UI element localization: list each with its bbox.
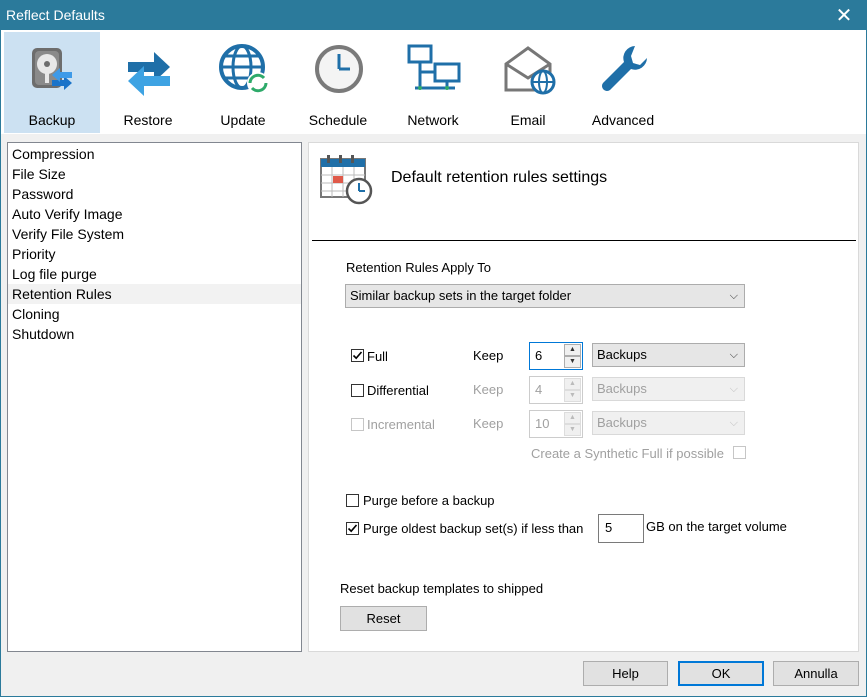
synthetic-full-label: Create a Synthetic Full if possible	[531, 446, 724, 461]
sidebar-item-priority[interactable]: Priority	[8, 244, 301, 264]
advanced-wrench-icon	[602, 46, 647, 92]
purge-oldest-checkbox[interactable]	[346, 522, 359, 535]
tab-schedule[interactable]: Schedule	[290, 32, 386, 133]
network-computers-icon	[407, 44, 461, 90]
help-button[interactable]: Help	[583, 661, 668, 686]
tab-label: Network	[407, 112, 459, 128]
apply-to-value: Similar backup sets in the target folder	[350, 288, 572, 303]
checkmark-icon	[352, 351, 363, 360]
ok-button[interactable]: OK	[678, 661, 764, 686]
incremental-unit-dropdown[interactable]: Backups ⌵	[592, 411, 745, 435]
tab-label: Email	[510, 112, 546, 128]
purge-threshold-suffix: GB on the target volume	[646, 519, 787, 534]
sidebar-item-retention-rules[interactable]: Retention Rules	[8, 284, 301, 304]
purge-oldest-label: Purge oldest backup set(s) if less than	[363, 521, 584, 536]
settings-category-list: Compression File Size Password Auto Veri…	[7, 142, 302, 652]
sidebar-item-compression[interactable]: Compression	[8, 144, 301, 164]
full-unit-value: Backups	[597, 347, 647, 362]
email-envelope-icon	[504, 46, 556, 95]
sidebar-item-log-file-purge[interactable]: Log file purge	[8, 264, 301, 284]
sidebar-item-cloning[interactable]: Cloning	[8, 304, 301, 324]
full-keep-label: Keep	[473, 348, 504, 363]
restore-arrows-icon	[128, 52, 170, 96]
full-unit-dropdown[interactable]: Backups ⌵	[592, 343, 745, 367]
incremental-count-stepper[interactable]: 10 ▲ ▼	[529, 410, 583, 438]
tab-update[interactable]: Update	[195, 32, 291, 133]
chevron-down-icon: ⌵	[729, 349, 738, 361]
incremental-keep-label: Keep	[473, 416, 504, 431]
apply-to-dropdown[interactable]: Similar backup sets in the target folder…	[345, 284, 745, 308]
spin-up-icon[interactable]: ▲	[564, 412, 581, 424]
spin-down-icon[interactable]: ▼	[564, 356, 581, 368]
full-checkbox[interactable]	[351, 349, 364, 362]
synthetic-full-checkbox[interactable]	[733, 446, 746, 459]
reset-button[interactable]: Reset	[340, 606, 427, 631]
spin-down-icon[interactable]: ▼	[564, 390, 581, 402]
sidebar-item-file-size[interactable]: File Size	[8, 164, 301, 184]
tab-label: Advanced	[591, 112, 655, 128]
tab-restore[interactable]: Restore	[100, 32, 196, 133]
differential-count-stepper[interactable]: 4 ▲ ▼	[529, 376, 583, 404]
spin-up-icon[interactable]: ▲	[564, 378, 581, 390]
tab-label: Update	[220, 112, 266, 128]
header-divider	[312, 240, 856, 241]
retention-settings-panel: Default retention rules settings Retenti…	[308, 142, 859, 652]
purge-before-checkbox[interactable]	[346, 494, 359, 507]
tab-backup[interactable]: Backup	[4, 32, 100, 133]
differential-label: Differential	[367, 383, 429, 398]
purge-before-label: Purge before a backup	[363, 493, 495, 508]
tab-label: Restore	[123, 112, 173, 128]
chevron-down-icon: ⌵	[729, 383, 738, 395]
toolbar: Backup Restore Update Schedule Network E…	[1, 30, 866, 134]
tab-network[interactable]: Network	[385, 32, 481, 133]
apply-to-label: Retention Rules Apply To	[346, 260, 492, 275]
tab-advanced[interactable]: Advanced	[575, 32, 671, 133]
tab-label: Schedule	[308, 112, 368, 128]
full-count-value: 6	[535, 348, 543, 363]
close-icon[interactable]: ✕	[821, 0, 867, 30]
chevron-down-icon: ⌵	[729, 417, 738, 429]
differential-keep-label: Keep	[473, 382, 504, 397]
spin-up-icon[interactable]: ▲	[564, 344, 581, 356]
differential-unit-value: Backups	[597, 381, 647, 396]
differential-unit-dropdown[interactable]: Backups ⌵	[592, 377, 745, 401]
spin-down-icon[interactable]: ▼	[564, 424, 581, 436]
tab-label: Backup	[28, 112, 76, 128]
differential-count-value: 4	[535, 382, 543, 397]
incremental-checkbox[interactable]	[351, 418, 364, 431]
schedule-clock-icon	[315, 45, 363, 93]
cancel-button[interactable]: Annulla	[773, 661, 859, 686]
tab-email[interactable]: Email	[480, 32, 576, 133]
incremental-count-value: 10	[535, 416, 550, 431]
calendar-clock-icon	[320, 155, 373, 205]
full-count-stepper[interactable]: 6 ▲ ▼	[529, 342, 583, 370]
differential-checkbox[interactable]	[351, 384, 364, 397]
full-label: Full	[367, 349, 388, 364]
reset-templates-label: Reset backup templates to shipped	[340, 581, 544, 596]
window-title: Reflect Defaults	[6, 7, 105, 23]
incremental-label: Incremental	[367, 417, 435, 432]
panel-title: Default retention rules settings	[391, 169, 608, 186]
purge-threshold-input[interactable]: 5	[598, 514, 644, 543]
incremental-unit-value: Backups	[597, 415, 647, 430]
sidebar-item-verify-file-system[interactable]: Verify File System	[8, 224, 301, 244]
backup-disk-icon	[32, 48, 72, 90]
sidebar-item-shutdown[interactable]: Shutdown	[8, 324, 301, 344]
chevron-down-icon: ⌵	[729, 290, 738, 302]
checkmark-icon	[347, 524, 358, 533]
title-bar: Reflect Defaults ✕	[0, 0, 867, 30]
update-globe-icon	[219, 44, 269, 94]
sidebar-item-auto-verify-image[interactable]: Auto Verify Image	[8, 204, 301, 224]
sidebar-item-password[interactable]: Password	[8, 184, 301, 204]
